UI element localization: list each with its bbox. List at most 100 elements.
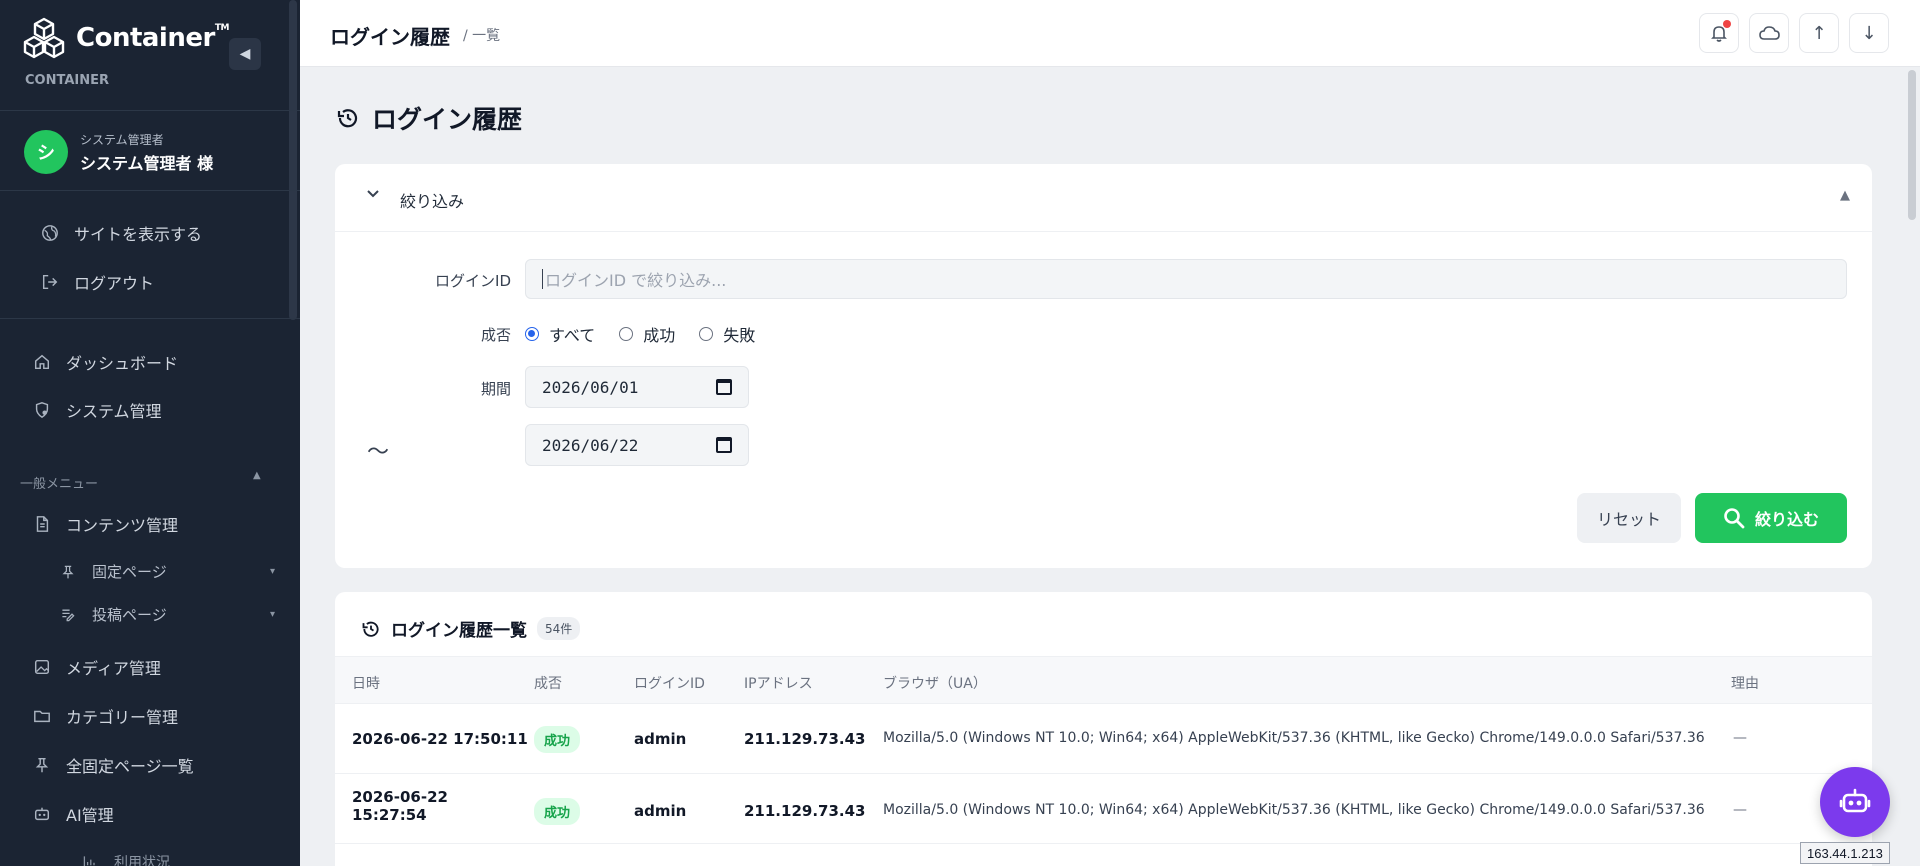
filter-toggle[interactable]: 絞り込み ▲ xyxy=(335,164,1872,232)
period-label: 期間 xyxy=(480,380,511,398)
sidebar-item-label: 利用状況 xyxy=(114,855,170,866)
filter-submit-label: 絞り込む xyxy=(1754,510,1819,529)
cell-login-id: admin xyxy=(634,730,687,748)
calendar-icon[interactable] xyxy=(716,379,732,395)
divider xyxy=(0,190,300,191)
text-cursor xyxy=(542,269,543,289)
sidebar-scrollbar[interactable] xyxy=(289,0,297,320)
chevron-up-icon[interactable]: ▲ xyxy=(253,470,261,481)
breadcrumb-title: ログイン履歴 xyxy=(330,25,450,49)
col-ip: IPアドレス xyxy=(744,676,813,692)
chevron-down-icon[interactable]: ▾ xyxy=(270,609,275,620)
login-id-input[interactable]: ログインID で絞り込み... xyxy=(525,259,1847,299)
radio-all-label[interactable]: すべて xyxy=(549,322,595,346)
radio-fail-label[interactable]: 失敗 xyxy=(723,322,755,346)
status-badge: 成功 xyxy=(534,798,581,825)
globe-icon xyxy=(40,223,60,243)
robot-icon xyxy=(1839,788,1871,813)
table-row[interactable]: 2026-06-22 17:50:11 成功 admin 211.129.73.… xyxy=(335,704,1872,774)
breadcrumb-sub[interactable]: / 一覧 xyxy=(463,25,500,45)
divider xyxy=(0,110,300,111)
sidebar-item-fixed-pages[interactable]: 固定ページ xyxy=(58,561,167,582)
section-label: 一般メニュー xyxy=(20,477,99,492)
status-badge: 成功 xyxy=(534,726,581,753)
sidebar-item-category[interactable]: カテゴリー管理 xyxy=(32,704,178,728)
radio-all[interactable] xyxy=(525,327,539,341)
history-icon xyxy=(362,621,379,637)
radio-success[interactable] xyxy=(619,327,634,341)
login-id-label: ログインID xyxy=(435,272,511,290)
sidebar-item-label: サイトを表示する xyxy=(74,225,203,244)
ai-assistant-button[interactable] xyxy=(1820,767,1890,837)
sidebar-item-media[interactable]: メディア管理 xyxy=(32,655,161,679)
radio-fail[interactable] xyxy=(699,327,714,341)
date-from-input[interactable]: 2026/06/01 xyxy=(525,366,749,408)
sidebar-collapse-button[interactable]: ◀ xyxy=(229,38,261,70)
cell-date: 2026-06-22 xyxy=(352,788,448,806)
scroll-up-button[interactable]: ↑ xyxy=(1799,13,1839,53)
cell-ip: 211.129.73.43 xyxy=(744,802,866,820)
table-row[interactable]: 2026-06-22 15:27:54 成功 admin 211.129.73.… xyxy=(335,774,1872,844)
shield-gear-icon xyxy=(32,400,52,420)
home-icon xyxy=(32,352,52,372)
sidebar-item-dashboard[interactable]: ダッシュボード xyxy=(32,350,178,374)
triangle-left-icon: ◀ xyxy=(239,46,251,62)
ip-tooltip: 163.44.1.213 xyxy=(1800,842,1890,864)
sidebar-item-label: コンテンツ管理 xyxy=(66,516,179,535)
sidebar-item-label: ダッシュボード xyxy=(66,354,179,373)
sidebar-item-posts[interactable]: 投稿ページ xyxy=(58,604,167,625)
reset-button[interactable]: リセット xyxy=(1577,493,1681,543)
radio-success-label[interactable]: 成功 xyxy=(643,322,675,346)
col-login-id: ログインID xyxy=(634,676,705,692)
col-result: 成否 xyxy=(534,676,562,692)
scroll-down-button[interactable]: ↓ xyxy=(1849,13,1889,53)
pin-icon xyxy=(32,755,52,775)
sidebar-item-label: メディア管理 xyxy=(66,659,161,678)
sidebar-item-ai[interactable]: AI管理 xyxy=(32,802,114,826)
history-icon xyxy=(337,109,358,128)
filter-card: 絞り込み ▲ ログインID ログインID で絞り込み... 成否 すべて 成功 … xyxy=(335,164,1872,568)
col-reason: 理由 xyxy=(1731,676,1759,692)
user-profile[interactable]: シ システム管理者 システム管理者 様 xyxy=(24,130,213,174)
brand-logo[interactable]: ContainerTM xyxy=(22,16,229,60)
filter-heading: 絞り込み xyxy=(400,192,465,211)
list-edit-icon xyxy=(58,605,78,625)
table-header: 日時 成否 ログインID IPアドレス ブラウザ（UA） 理由 xyxy=(335,656,1872,704)
sidebar: ContainerTM CONTAINER ◀ シ システム管理者 システム管理… xyxy=(0,0,300,866)
sidebar-item-label: ログアウト xyxy=(74,274,155,293)
notifications-button[interactable] xyxy=(1699,13,1739,53)
calendar-icon[interactable] xyxy=(716,437,732,453)
sidebar-item-view-site[interactable]: サイトを表示する xyxy=(40,221,202,245)
chevron-down-icon[interactable]: ▾ xyxy=(270,566,275,577)
sidebar-item-logout[interactable]: ログアウト xyxy=(40,270,154,294)
date-to-input[interactable]: 2026/06/22 xyxy=(525,424,749,466)
avatar: シ xyxy=(24,130,68,174)
sidebar-item-all-fixed[interactable]: 全固定ページ一覧 xyxy=(32,753,194,777)
date-from-value: 2026/06/01 xyxy=(542,377,639,397)
cloud-button[interactable] xyxy=(1749,13,1789,53)
sidebar-item-content[interactable]: コンテンツ管理 xyxy=(32,512,178,536)
arrow-down-icon: ↓ xyxy=(1861,22,1877,44)
page-scrollbar[interactable] xyxy=(1908,70,1916,220)
sidebar-item-label: AI管理 xyxy=(66,806,114,825)
notification-dot xyxy=(1723,20,1731,28)
page-title: ログイン履歴 xyxy=(336,100,522,136)
list-heading: ログイン履歴一覧 54件 xyxy=(361,616,581,641)
sidebar-item-system[interactable]: システム管理 xyxy=(32,398,162,422)
filter-submit-button[interactable]: 絞り込む xyxy=(1695,493,1847,543)
cell-reason: — xyxy=(1733,802,1747,818)
date-to-value: 2026/06/22 xyxy=(542,435,639,455)
cell-time: 15:27:54 xyxy=(352,806,427,824)
sidebar-item-usage[interactable]: 利用状況 xyxy=(80,852,170,866)
cell-browser: Mozilla/5.0 (Windows NT 10.0; Win64; x64… xyxy=(883,730,1705,746)
cell-reason: — xyxy=(1733,730,1747,746)
col-browser: ブラウザ（UA） xyxy=(883,676,987,692)
cloud-icon xyxy=(1759,26,1780,40)
robot-icon xyxy=(32,804,52,824)
search-icon xyxy=(1724,508,1745,529)
user-name: システム管理者 様 xyxy=(80,153,214,173)
col-datetime: 日時 xyxy=(352,676,380,692)
cube-logo-icon xyxy=(23,17,65,59)
result-radio-group: すべて 成功 失敗 xyxy=(525,322,755,346)
history-list-card: ログイン履歴一覧 54件 日時 成否 ログインID IPアドレス ブラウザ（UA… xyxy=(335,592,1872,866)
